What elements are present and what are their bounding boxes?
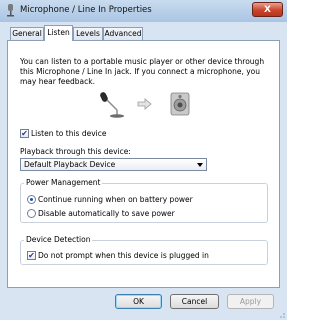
tab-listen[interactable]: Listen — [44, 25, 73, 41]
resize-grip-icon[interactable] — [277, 310, 285, 318]
chevron-down-icon — [197, 163, 203, 167]
listen-checkbox[interactable]: ✔ — [20, 129, 29, 138]
close-button[interactable]: X — [252, 2, 283, 17]
tab-levels[interactable]: Levels — [73, 27, 103, 40]
listen-checkbox-label[interactable]: Listen to this device — [31, 129, 106, 138]
continue-running-radio[interactable] — [27, 195, 36, 204]
do-not-prompt-checkbox[interactable]: ✔ — [27, 251, 36, 260]
playback-label: Playback through this device: — [20, 147, 131, 156]
tab-general[interactable]: General — [10, 27, 44, 40]
do-not-prompt-label[interactable]: Do not prompt when this device is plugge… — [38, 251, 209, 260]
ok-button[interactable]: OK — [115, 294, 162, 309]
title-bar[interactable]: Microphone / Line In Properties X — [0, 0, 287, 23]
disable-automatically-label[interactable]: Disable automatically to save power — [38, 209, 175, 218]
playback-device-value: Default Playback Device — [24, 160, 116, 169]
apply-button[interactable]: Apply — [227, 294, 274, 309]
speaker-icon — [170, 92, 190, 116]
disable-automatically-radio[interactable] — [27, 209, 36, 218]
microphone-icon — [100, 92, 124, 118]
device-detection-legend: Device Detection — [24, 235, 93, 244]
cancel-button[interactable]: Cancel — [170, 294, 219, 309]
window-title: Microphone / Line In Properties — [20, 5, 152, 15]
power-management-legend: Power Management — [24, 178, 103, 187]
playback-device-select[interactable]: Default Playback Device — [20, 158, 207, 171]
tab-advanced[interactable]: Advanced — [103, 27, 143, 40]
continue-running-label[interactable]: Continue running when on battery power — [38, 195, 193, 204]
listen-description: You can listen to a portable music playe… — [20, 57, 265, 86]
arrow-icon — [137, 98, 152, 110]
window-icon — [7, 4, 14, 17]
